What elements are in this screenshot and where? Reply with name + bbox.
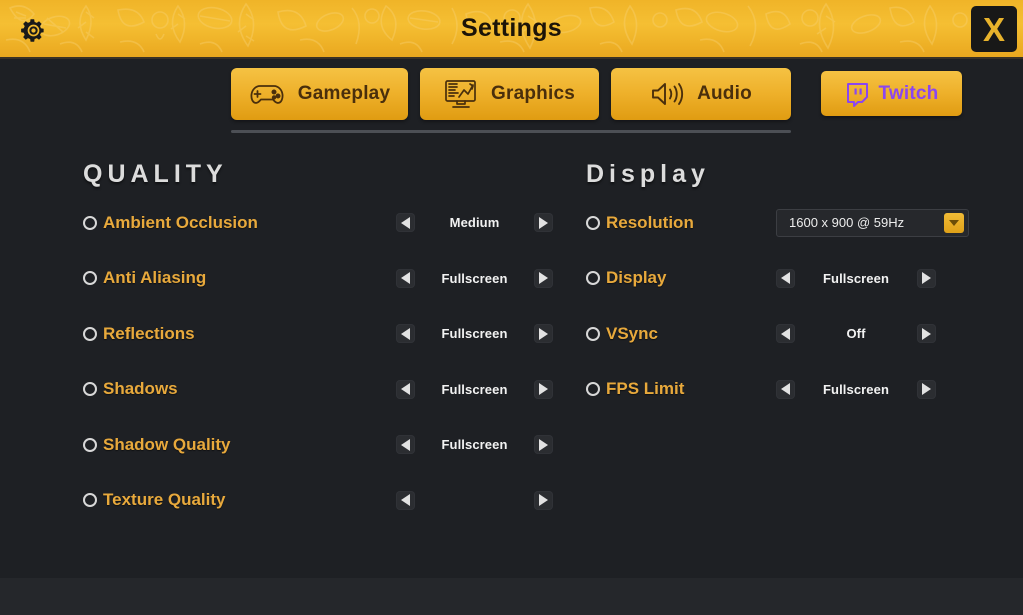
radio-shadow-quality[interactable] bbox=[83, 438, 97, 452]
stepper-anti-aliasing: Fullscreen bbox=[396, 269, 553, 288]
setting-row-anti-aliasing: Anti Aliasing Fullscreen bbox=[83, 251, 553, 307]
settings-panel: Settings X Gameplay bbox=[0, 0, 1023, 578]
monitor-chart-icon bbox=[444, 79, 478, 109]
setting-row-texture-quality: Texture Quality bbox=[83, 473, 553, 529]
resolution-value: 1600 x 900 @ 59Hz bbox=[789, 215, 944, 230]
setting-row-shadows: Shadows Fullscreen bbox=[83, 362, 553, 418]
radio-fps-limit[interactable] bbox=[586, 382, 600, 396]
quality-rows: Ambient Occlusion Medium Anti Aliasing F… bbox=[83, 195, 553, 528]
tab-graphics-label: Graphics bbox=[491, 83, 575, 105]
setting-row-ambient-occlusion: Ambient Occlusion Medium bbox=[83, 195, 553, 251]
next-arrow-button[interactable] bbox=[534, 435, 553, 454]
stepper-vsync: Off bbox=[776, 324, 936, 343]
prev-arrow-button[interactable] bbox=[776, 269, 795, 288]
stepper-reflections: Fullscreen bbox=[396, 324, 553, 343]
close-button[interactable]: X bbox=[971, 6, 1017, 52]
prev-arrow-button[interactable] bbox=[396, 324, 415, 343]
prev-arrow-button[interactable] bbox=[776, 324, 795, 343]
tab-audio[interactable]: Audio bbox=[611, 68, 791, 120]
stepper-shadow-quality: Fullscreen bbox=[396, 435, 553, 454]
next-arrow-button[interactable] bbox=[534, 269, 553, 288]
next-arrow-button[interactable] bbox=[917, 380, 936, 399]
display-rows: Resolution 1600 x 900 @ 59Hz Display Ful… bbox=[586, 195, 986, 417]
chevron-down-icon[interactable] bbox=[944, 213, 964, 233]
stepper-texture-quality bbox=[396, 491, 553, 510]
prev-arrow-button[interactable] bbox=[396, 435, 415, 454]
setting-label: VSync bbox=[606, 325, 776, 343]
prev-arrow-button[interactable] bbox=[396, 491, 415, 510]
speaker-icon bbox=[650, 80, 684, 108]
stepper-display-mode: Fullscreen bbox=[776, 269, 936, 288]
tab-graphics[interactable]: Graphics bbox=[420, 68, 599, 120]
tab-gameplay[interactable]: Gameplay bbox=[231, 68, 408, 120]
setting-row-resolution: Resolution 1600 x 900 @ 59Hz bbox=[586, 195, 986, 251]
setting-row-fps-limit: FPS Limit Fullscreen bbox=[586, 362, 986, 418]
gamepad-icon bbox=[249, 81, 285, 107]
setting-value: Fullscreen bbox=[795, 382, 917, 397]
setting-label: Ambient Occlusion bbox=[103, 214, 258, 232]
radio-display-mode[interactable] bbox=[586, 271, 600, 285]
tab-gameplay-label: Gameplay bbox=[298, 83, 390, 105]
next-arrow-button[interactable] bbox=[534, 213, 553, 232]
setting-value: Fullscreen bbox=[415, 271, 534, 286]
next-arrow-button[interactable] bbox=[534, 491, 553, 510]
setting-label: Texture Quality bbox=[103, 491, 226, 509]
radio-texture-quality[interactable] bbox=[83, 493, 97, 507]
setting-value: Fullscreen bbox=[795, 271, 917, 286]
radio-resolution[interactable] bbox=[586, 216, 600, 230]
next-arrow-button[interactable] bbox=[917, 324, 936, 343]
setting-value: Off bbox=[795, 326, 917, 341]
twitch-icon bbox=[845, 81, 870, 107]
next-arrow-button[interactable] bbox=[534, 324, 553, 343]
prev-arrow-button[interactable] bbox=[396, 269, 415, 288]
setting-row-reflections: Reflections Fullscreen bbox=[83, 306, 553, 362]
display-column: Display Resolution 1600 x 900 @ 59Hz Dis… bbox=[586, 160, 986, 417]
radio-shadows[interactable] bbox=[83, 382, 97, 396]
setting-value: Fullscreen bbox=[415, 382, 534, 397]
title-bar: Settings X bbox=[0, 0, 1023, 59]
radio-vsync[interactable] bbox=[586, 327, 600, 341]
setting-label: Resolution bbox=[606, 214, 776, 232]
next-arrow-button[interactable] bbox=[534, 380, 553, 399]
tab-twitch-label: Twitch bbox=[879, 83, 939, 105]
setting-label: Shadows bbox=[103, 380, 178, 398]
setting-label: FPS Limit bbox=[606, 380, 776, 398]
radio-ambient-occlusion[interactable] bbox=[83, 216, 97, 230]
setting-label: Anti Aliasing bbox=[103, 269, 206, 287]
tab-twitch[interactable]: Twitch bbox=[821, 71, 962, 116]
setting-row-shadow-quality: Shadow Quality Fullscreen bbox=[83, 417, 553, 473]
tab-divider bbox=[231, 130, 791, 133]
display-heading: Display bbox=[586, 160, 986, 189]
radio-anti-aliasing[interactable] bbox=[83, 271, 97, 285]
radio-reflections[interactable] bbox=[83, 327, 97, 341]
setting-row-display-mode: Display Fullscreen bbox=[586, 251, 986, 307]
setting-label: Shadow Quality bbox=[103, 436, 231, 454]
quality-heading: QUALITY bbox=[83, 160, 553, 189]
setting-label: Reflections bbox=[103, 325, 195, 343]
stepper-fps-limit: Fullscreen bbox=[776, 380, 936, 399]
tab-bar: Gameplay Graphics bbox=[0, 68, 1023, 124]
quality-column: QUALITY Ambient Occlusion Medium Anti Al… bbox=[83, 160, 553, 528]
setting-label: Display bbox=[606, 269, 776, 287]
close-icon: X bbox=[983, 13, 1005, 46]
prev-arrow-button[interactable] bbox=[396, 380, 415, 399]
stepper-ambient-occlusion: Medium bbox=[396, 213, 553, 232]
tab-audio-label: Audio bbox=[697, 83, 752, 105]
resolution-dropdown[interactable]: 1600 x 900 @ 59Hz bbox=[776, 209, 969, 237]
page-title: Settings bbox=[0, 0, 1023, 59]
setting-value: Fullscreen bbox=[415, 326, 534, 341]
setting-row-vsync: VSync Off bbox=[586, 306, 986, 362]
setting-value: Medium bbox=[415, 215, 534, 230]
prev-arrow-button[interactable] bbox=[396, 213, 415, 232]
next-arrow-button[interactable] bbox=[917, 269, 936, 288]
settings-screen: Settings X Gameplay bbox=[0, 0, 1023, 615]
setting-value: Fullscreen bbox=[415, 437, 534, 452]
prev-arrow-button[interactable] bbox=[776, 380, 795, 399]
stepper-shadows: Fullscreen bbox=[396, 380, 553, 399]
